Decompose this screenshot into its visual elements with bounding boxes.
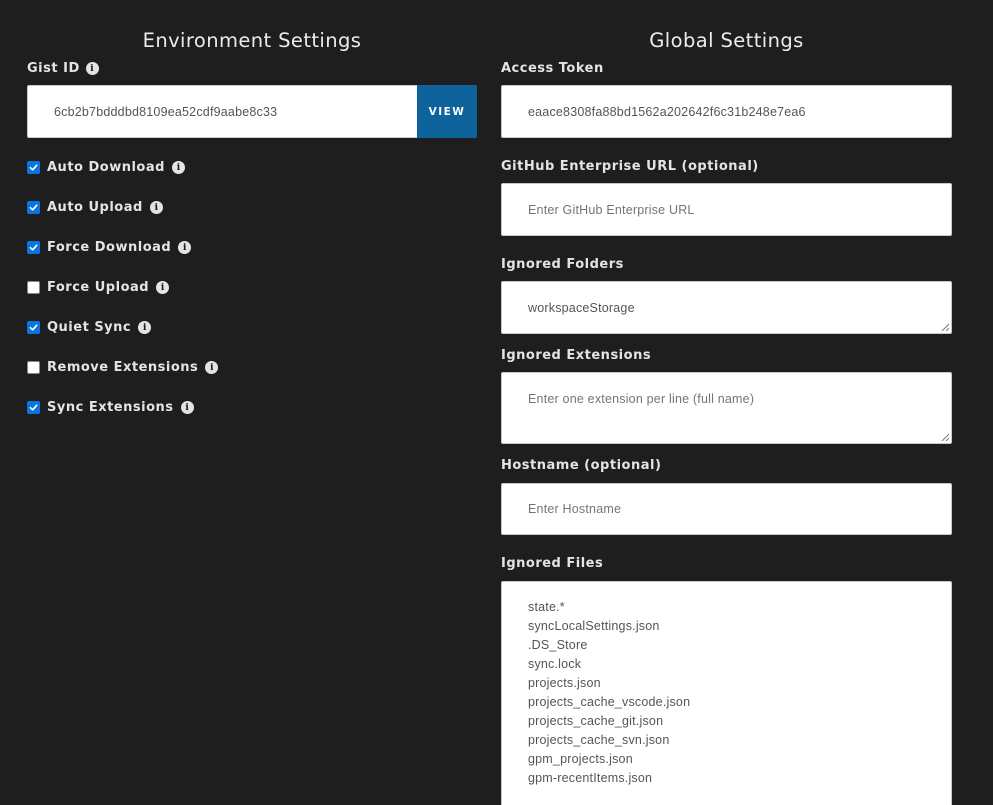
option-row[interactable]: Sync Extensions i [27, 399, 194, 415]
ignored-folders-label: Ignored Folders [501, 257, 624, 272]
ignored-file-entry: .DS_Store [528, 638, 588, 652]
option-row[interactable]: Auto Download i [27, 159, 185, 175]
enterprise-url-label: GitHub Enterprise URL (optional) [501, 159, 759, 174]
info-icon[interactable]: i [171, 160, 185, 174]
enterprise-url-input[interactable]: Enter GitHub Enterprise URL [501, 183, 952, 236]
info-icon[interactable]: i [180, 400, 194, 414]
option-label[interactable]: Remove Extensions [47, 360, 198, 375]
info-icon[interactable]: i [85, 62, 99, 75]
ignored-folders-value: workspaceStorage [528, 301, 635, 315]
ignored-file-entry: gpm-recentItems.json [528, 771, 653, 785]
option-label[interactable]: Auto Upload [47, 200, 143, 215]
option-row[interactable]: Auto Upload i [27, 199, 163, 215]
ignored-extensions-label: Ignored Extensions [501, 348, 652, 363]
ignored-files-list: state.* syncLocalSettings.json .DS_Storesy… [528, 598, 925, 788]
global-settings-title: Global Settings [649, 29, 804, 52]
ignored-file-entry: gpm_projects.json [528, 752, 633, 766]
info-icon[interactable]: i [149, 200, 163, 214]
enterprise-url-placeholder: Enter GitHub Enterprise URL [528, 202, 695, 217]
check-icon [29, 164, 38, 171]
gist-id-input[interactable]: 6cb2b7bdddbd8109ea52cdf9aabe8c33 [27, 85, 418, 138]
access-token-value: eaace8308fa88bd1562a202642f6c31b248e7ea6 [528, 104, 806, 119]
checkbox[interactable] [27, 360, 40, 374]
option-label[interactable]: Quiet Sync [47, 320, 131, 335]
checkbox[interactable] [27, 320, 40, 334]
option-label[interactable]: Sync Extensions [47, 400, 174, 415]
ignored-file-entry: projects_cache_git.json [528, 714, 664, 728]
environment-settings-title: Environment Settings [142, 29, 362, 52]
gist-id-value: 6cb2b7bdddbd8109ea52cdf9aabe8c33 [54, 104, 278, 119]
ignored-files-textarea[interactable]: state.* syncLocalSettings.json .DS_Storesy… [501, 581, 952, 805]
hostname-placeholder: Enter Hostname [528, 502, 622, 516]
option-label[interactable]: Force Download [47, 240, 171, 255]
checkbox[interactable] [27, 280, 40, 294]
ignored-file-entry: projects_cache_svn.json [528, 733, 670, 747]
hostname-input[interactable]: Enter Hostname [501, 483, 952, 535]
option-label[interactable]: Auto Download [47, 160, 165, 175]
ignored-file-entry: projects_cache_vscode.json [528, 695, 691, 709]
gist-id-label: Gist ID i [27, 61, 99, 76]
check-icon [29, 244, 38, 251]
gist-id-label-text: Gist ID [27, 61, 80, 76]
access-token-input[interactable]: eaace8308fa88bd1562a202642f6c31b248e7ea6 [501, 85, 952, 138]
info-icon[interactable]: i [138, 320, 152, 334]
ignored-file-entry: state.* [528, 600, 565, 614]
option-row[interactable]: Force Download i [27, 239, 192, 255]
ignored-file-entry: projects.json [528, 676, 601, 690]
resize-handle-icon[interactable] [941, 433, 949, 441]
access-token-label: Access Token [501, 61, 604, 76]
ignored-folders-textarea[interactable]: workspaceStorage [501, 281, 952, 334]
ignored-extensions-textarea[interactable]: Enter one extension per line (full name) [501, 372, 952, 444]
info-icon[interactable]: i [205, 360, 219, 374]
info-icon[interactable]: i [156, 280, 170, 294]
option-row[interactable]: Quiet Sync i [27, 319, 152, 335]
checkbox[interactable] [27, 200, 40, 214]
check-icon [29, 404, 38, 411]
check-icon [29, 324, 38, 331]
check-icon [29, 204, 38, 211]
resize-handle-icon[interactable] [941, 323, 949, 331]
view-gist-button[interactable]: VIEW [417, 85, 477, 138]
option-row[interactable]: Force Upload i [27, 279, 170, 295]
ignored-file-entry: sync.lock [528, 657, 582, 671]
ignored-files-label: Ignored Files [501, 556, 604, 571]
option-label[interactable]: Force Upload [47, 280, 149, 295]
checkbox[interactable] [27, 240, 40, 254]
hostname-label: Hostname (optional) [501, 458, 662, 473]
checkbox[interactable] [27, 160, 40, 174]
info-icon[interactable]: i [178, 240, 192, 254]
checkbox[interactable] [27, 400, 40, 414]
option-row[interactable]: Remove Extensions i [27, 359, 219, 375]
ignored-extensions-placeholder: Enter one extension per line (full name) [528, 392, 755, 406]
ignored-file-entry: syncLocalSettings.json [528, 619, 660, 633]
